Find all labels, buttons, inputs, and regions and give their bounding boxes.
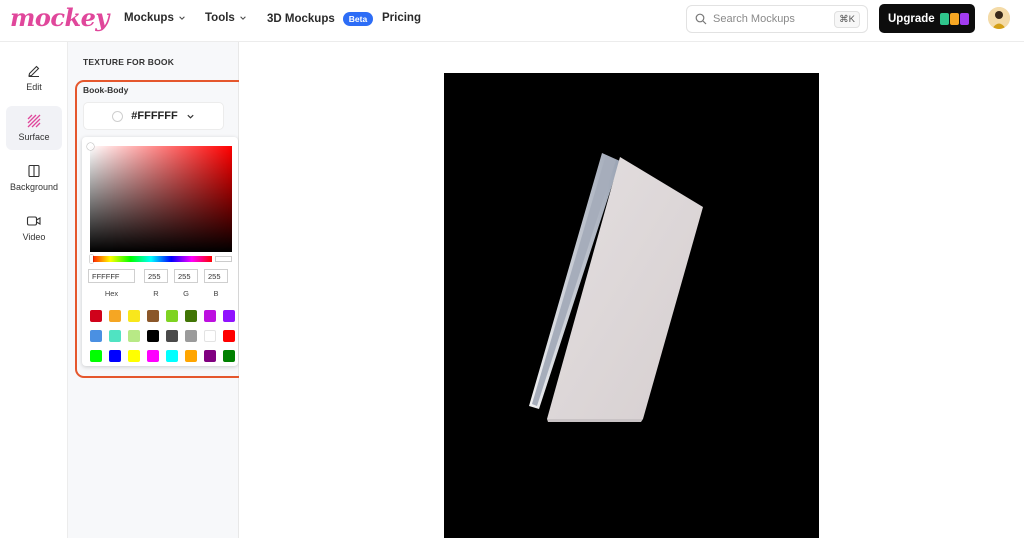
rail-item-video[interactable]: Video — [6, 206, 62, 250]
color-preset-swatch[interactable] — [223, 350, 235, 362]
nav-tools[interactable]: Tools — [205, 12, 247, 24]
upgrade-badge-icon — [939, 12, 969, 25]
tool-rail: Edit Surface Background Video — [0, 42, 68, 538]
current-color-swatch — [112, 110, 124, 122]
mockup-canvas[interactable] — [444, 73, 819, 538]
rail-item-edit[interactable]: Edit — [6, 56, 62, 100]
color-preset-swatch[interactable] — [166, 350, 178, 362]
color-preset-swatch[interactable] — [109, 350, 121, 362]
color-preset-swatch[interactable] — [185, 330, 197, 342]
beta-badge: Beta — [342, 12, 374, 26]
saturation-handle[interactable] — [87, 143, 94, 150]
color-preset-swatch[interactable] — [204, 310, 216, 322]
color-preset-swatch[interactable] — [128, 310, 140, 322]
search-input[interactable] — [713, 13, 823, 25]
blue-input[interactable] — [204, 269, 228, 283]
rail-item-background-label: Background — [9, 182, 59, 192]
color-dropdown[interactable]: #FFFFFF — [83, 102, 224, 130]
avatar[interactable] — [988, 7, 1010, 29]
chevron-down-icon — [240, 16, 246, 20]
nav-3d-mockups[interactable]: 3D Mockups Beta — [267, 12, 374, 26]
hex-label: Hex — [104, 289, 119, 298]
rail-item-edit-label: Edit — [26, 82, 42, 92]
chevron-down-icon — [187, 114, 194, 119]
nav-tools-label: Tools — [205, 12, 235, 24]
color-preset-swatch[interactable] — [147, 310, 159, 322]
section-label: Book-Body — [83, 85, 129, 95]
color-preset-swatch[interactable] — [204, 330, 216, 342]
color-picker: Hex R G B — [82, 137, 238, 366]
search-icon — [695, 13, 707, 25]
color-preset-swatch[interactable] — [185, 350, 197, 362]
mockey-logo[interactable]: mockey — [10, 3, 109, 32]
color-preset-swatch[interactable] — [128, 350, 140, 362]
red-label: R — [153, 289, 159, 298]
color-dropdown-value: #FFFFFF — [131, 110, 178, 122]
hex-input[interactable] — [88, 269, 135, 283]
nav-mockups-label: Mockups — [124, 12, 174, 24]
blue-label: B — [213, 289, 219, 298]
pencil-icon — [28, 65, 40, 77]
color-preset-swatch[interactable] — [147, 330, 159, 342]
top-navigation: mockey Mockups Tools 3D Mockups Beta Pri… — [0, 0, 1024, 42]
book-3d-render — [529, 153, 703, 422]
rail-item-surface[interactable]: Surface — [6, 106, 62, 150]
upgrade-label: Upgrade — [888, 12, 935, 25]
upgrade-button[interactable]: Upgrade — [879, 4, 975, 33]
color-preset-swatch[interactable] — [90, 350, 102, 362]
color-preset-swatch[interactable] — [223, 330, 235, 342]
color-preset-swatch[interactable] — [166, 330, 178, 342]
color-preset-swatch[interactable] — [109, 310, 121, 322]
color-preview — [215, 256, 232, 262]
rail-item-background[interactable]: Background — [6, 156, 62, 200]
saturation-area[interactable] — [87, 143, 232, 252]
rail-item-video-label: Video — [22, 232, 46, 242]
rail-item-surface-label: Surface — [18, 132, 50, 142]
hue-slider[interactable] — [90, 255, 212, 263]
nav-mockups[interactable]: Mockups — [124, 12, 186, 24]
green-input[interactable] — [174, 269, 198, 283]
surface-texture-icon — [27, 114, 41, 128]
search-box[interactable]: ⌘K — [686, 5, 868, 33]
chevron-down-icon — [179, 16, 185, 20]
video-camera-icon — [26, 216, 41, 226]
green-label: G — [183, 289, 189, 298]
panel-title: TEXTURE FOR BOOK — [83, 57, 175, 67]
color-preset-swatch[interactable] — [223, 310, 235, 322]
red-input[interactable] — [144, 269, 168, 283]
workspace — [239, 42, 1024, 538]
color-preset-swatch[interactable] — [109, 330, 121, 342]
user-avatar-icon — [988, 7, 1010, 29]
color-preset-swatch[interactable] — [90, 310, 102, 322]
hue-handle[interactable] — [90, 255, 93, 263]
color-preset-swatch[interactable] — [90, 330, 102, 342]
color-preset-swatch[interactable] — [147, 350, 159, 362]
texture-panel: TEXTURE FOR BOOK Book-Body #FFFFFF Hex R… — [68, 42, 247, 538]
nav-pricing-label: Pricing — [382, 12, 421, 24]
color-preset-swatch[interactable] — [204, 350, 216, 362]
background-icon — [28, 164, 40, 178]
color-preset-swatch[interactable] — [128, 330, 140, 342]
search-shortcut: ⌘K — [834, 11, 860, 28]
color-preset-swatch[interactable] — [185, 310, 197, 322]
nav-pricing[interactable]: Pricing — [382, 12, 421, 24]
nav-3d-mockups-label: 3D Mockups — [267, 13, 335, 25]
color-preset-swatch[interactable] — [166, 310, 178, 322]
preset-swatches — [90, 310, 235, 362]
